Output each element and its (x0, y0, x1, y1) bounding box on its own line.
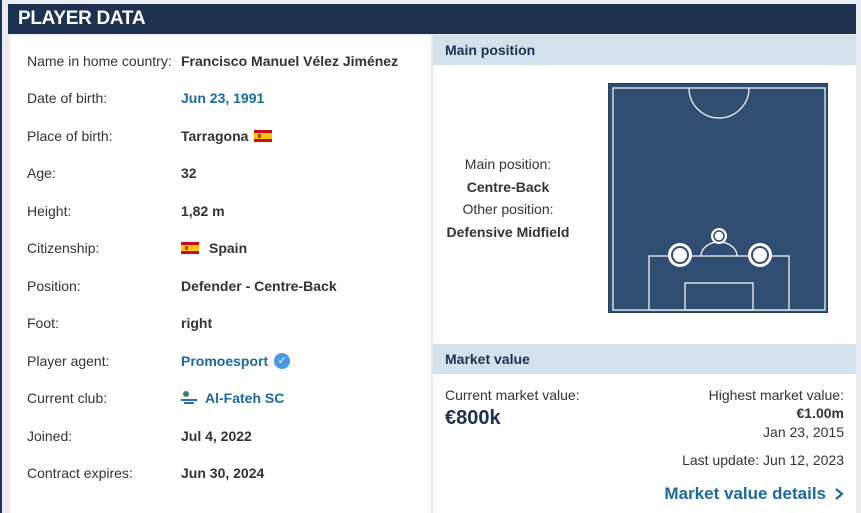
row-label: Foot: (27, 315, 59, 331)
pitch-diagram (612, 87, 826, 311)
main-position-value: Centre-Back (466, 178, 550, 195)
row-value: 32 (181, 165, 197, 181)
player-data-header: PLAYER DATA (8, 4, 856, 34)
place-of-birth-value: Tarragona (181, 128, 249, 144)
row-value: 1,82 m (181, 203, 225, 219)
row-label: Age: (27, 165, 56, 181)
row-value: Francisco Manuel Vélez Jiménez (181, 53, 399, 69)
other-position-value: Defensive Midfield (446, 223, 570, 240)
row-label: Contract expires: (27, 465, 133, 481)
spain-flag-icon (254, 130, 273, 142)
page-edge (856, 0, 861, 513)
row-label: Current club: (27, 390, 108, 406)
citizenship-value: Spain (209, 240, 248, 256)
highest-market-value-date: Jan 23, 2015 (763, 424, 844, 440)
row-value: Jul 4, 2022 (181, 428, 252, 444)
row-value: right (181, 315, 213, 331)
current-market-value: €800k (445, 407, 501, 429)
highest-market-value: €1.00m (796, 405, 844, 421)
position-pitch (608, 83, 828, 313)
date-of-birth-link[interactable]: Jun 23, 1991 (181, 87, 264, 109)
row-label: Joined: (27, 428, 73, 444)
row-value: Jun 30, 2024 (181, 465, 265, 481)
row-value: Defender - Centre-Back (181, 278, 337, 294)
row-label: Citizenship: (27, 240, 100, 256)
position-market-panel: Main position Main position: Centre-Back… (433, 35, 856, 513)
row-value-wrap: Al-Fateh SC (181, 387, 284, 409)
goal-box (684, 282, 754, 311)
row-label: Position: (27, 278, 81, 294)
row-label: Name in home country: (27, 53, 172, 69)
current-market-value-label: Current market value: (445, 387, 580, 403)
row-value-wrap: Tarragona (181, 125, 273, 147)
main-position-label: Main position: (464, 156, 552, 172)
row-label: Height: (27, 203, 72, 219)
player-data-card: PLAYER DATA Name in home country: Franci… (0, 0, 861, 513)
last-update: Last update: Jun 12, 2023 (682, 452, 844, 468)
player-details-panel: Name in home country: Francisco Manuel V… (10, 35, 431, 513)
other-position-label: Other position: (462, 201, 554, 217)
spain-flag-icon (181, 242, 199, 254)
centre-circle (688, 87, 750, 119)
row-value-wrap: Promoesport ✓ (181, 350, 291, 372)
market-value-heading: Market value (433, 344, 856, 374)
main-position-heading: Main position (433, 35, 856, 65)
player-data-title: PLAYER DATA (18, 8, 146, 29)
row-label: Place of birth: (27, 128, 113, 144)
verified-check-icon: ✓ (274, 353, 291, 369)
player-agent-link[interactable]: Promoesport (181, 350, 268, 372)
chevron-right-icon (835, 488, 844, 500)
market-value-details-link[interactable]: Market value details (664, 484, 844, 504)
highest-market-value-label: Highest market value: (708, 387, 844, 403)
penalty-arc (700, 241, 738, 257)
al-fateh-logo-icon[interactable] (181, 391, 197, 405)
position-summary: Main position: Centre-Back Other positio… (433, 153, 583, 243)
row-label: Player agent: (27, 353, 110, 369)
market-value-details-label[interactable]: Market value details (664, 484, 826, 504)
current-club-link[interactable]: Al-Fateh SC (205, 387, 284, 409)
row-value-wrap: Spain (181, 237, 247, 259)
pitch-outline (612, 87, 826, 311)
row-label: Date of birth: (27, 90, 108, 106)
